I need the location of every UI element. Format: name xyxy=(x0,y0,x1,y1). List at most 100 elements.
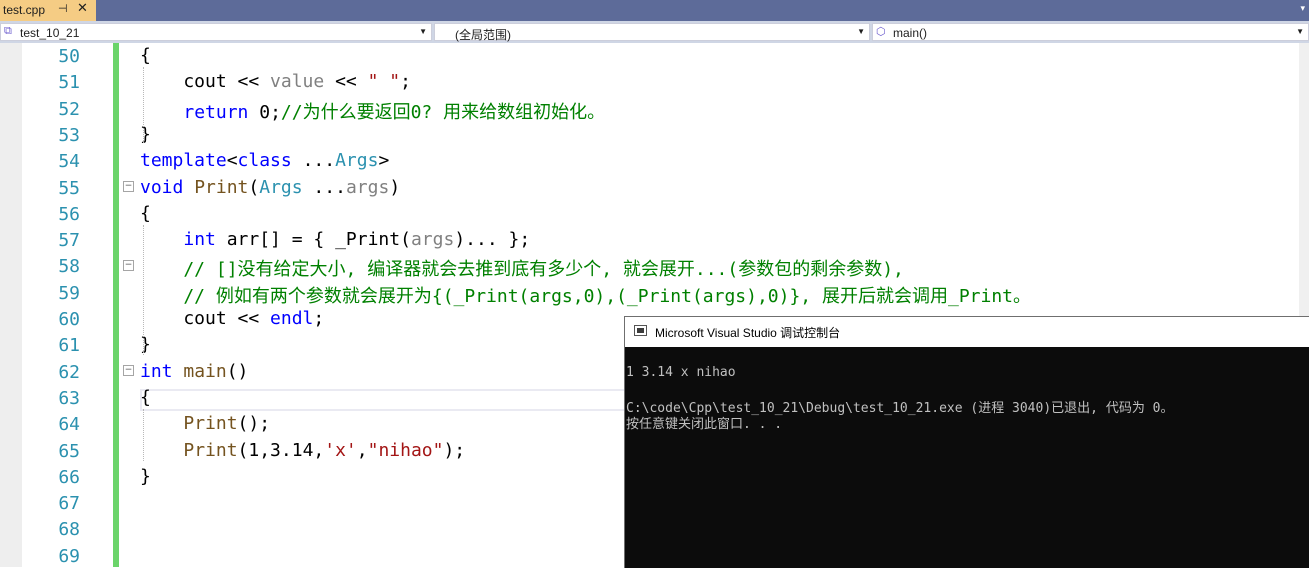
code-token: ); xyxy=(443,440,466,461)
code-token: (1,3.14, xyxy=(237,440,325,461)
line-number: 65 xyxy=(58,441,80,462)
fold-toggle-icon[interactable]: − xyxy=(123,181,134,192)
code-text[interactable]: { xyxy=(140,45,151,66)
line-number: 55 xyxy=(58,178,80,199)
fold-toggle-icon[interactable]: − xyxy=(123,260,134,271)
code-text[interactable]: cout << value << " "; xyxy=(140,71,411,92)
close-icon[interactable]: ✕ xyxy=(77,1,88,16)
code-text[interactable]: { xyxy=(140,387,151,408)
project-dropdown[interactable]: ⧉ test_10_21 ▼ xyxy=(0,23,432,41)
line-number: 50 xyxy=(58,46,80,67)
code-line[interactable]: 55 void Print(Args ...args) xyxy=(0,175,1309,201)
line-number: 60 xyxy=(58,309,80,330)
console-app-icon xyxy=(634,325,647,336)
line-number: 51 xyxy=(58,72,80,93)
code-token: endl xyxy=(270,308,314,329)
code-token: )... }; xyxy=(454,229,531,250)
code-line[interactable]: 59 // 例如有两个参数就会展开为{(_Print(args,0),(_Pri… xyxy=(0,280,1309,308)
code-token: > xyxy=(378,150,390,171)
code-token: main xyxy=(183,361,227,382)
code-line[interactable]: 50 { xyxy=(0,43,1309,69)
code-text[interactable]: return 0;//为什么要返回0? 用来给数组初始化。 xyxy=(140,98,605,124)
console-titlebar[interactable]: Microsoft Visual Studio 调试控制台 xyxy=(625,317,1309,347)
indent-guide xyxy=(143,409,144,461)
code-token: } xyxy=(140,466,151,487)
chevron-down-icon[interactable]: ▼ xyxy=(1296,27,1304,36)
line-number: 67 xyxy=(58,493,80,514)
code-token: cout << xyxy=(140,308,271,329)
code-token: cout << xyxy=(140,71,271,92)
fold-toggle-icon[interactable]: − xyxy=(123,365,134,376)
code-text[interactable]: int arr[] = { _Print(args)... }; xyxy=(140,229,530,250)
member-dropdown[interactable]: ⬡ main() ▼ xyxy=(872,23,1309,41)
project-dropdown-value: test_10_21 xyxy=(20,26,80,40)
tab-label[interactable]: test.cpp xyxy=(3,3,45,17)
line-number: 66 xyxy=(58,467,80,488)
code-text[interactable]: // 例如有两个参数就会展开为{(_Print(args,0),(_Print(… xyxy=(140,282,1031,308)
tab-overflow-icon[interactable]: ▾ xyxy=(1300,4,1305,14)
line-number: 64 xyxy=(58,414,80,435)
indent-guide xyxy=(143,67,144,143)
code-text[interactable]: // []没有给定大小, 编译器就会去推到底有多少个, 就会展开...(参数包的… xyxy=(140,255,904,281)
console-output-line: 1 3.14 x nihao xyxy=(626,365,736,380)
code-line[interactable]: 53} xyxy=(0,122,1309,148)
code-token: int xyxy=(183,229,216,250)
code-text[interactable]: Print(); xyxy=(140,413,270,434)
line-number: 57 xyxy=(58,230,80,251)
code-token: void xyxy=(140,177,184,198)
code-text[interactable]: cout << endl; xyxy=(140,308,324,329)
scope-dropdown[interactable]: (全局范围) ▼ xyxy=(434,23,870,42)
line-number: 53 xyxy=(58,125,80,146)
line-number: 61 xyxy=(58,335,80,356)
function-icon: ⬡ xyxy=(876,26,886,38)
code-text[interactable]: void Print(Args ...args) xyxy=(140,177,400,198)
code-text[interactable]: } xyxy=(140,466,151,487)
code-token: ... xyxy=(291,150,336,171)
code-token: 0; xyxy=(248,102,281,123)
code-line[interactable]: 51 cout << value << " "; xyxy=(0,69,1309,95)
code-text[interactable]: Print(1,3.14,'x',"nihao"); xyxy=(140,440,465,461)
code-token: Args xyxy=(259,177,303,198)
code-token: { xyxy=(140,387,151,408)
code-text[interactable]: int main() xyxy=(140,361,248,382)
code-line[interactable]: 58 // []没有给定大小, 编译器就会去推到底有多少个, 就会展开...(参… xyxy=(0,253,1309,281)
code-line[interactable]: 57 int arr[] = { _Print(args)... }; xyxy=(0,227,1309,253)
code-token: args xyxy=(410,229,455,250)
code-token: < xyxy=(226,150,238,171)
line-number: 56 xyxy=(58,204,80,225)
line-number: 52 xyxy=(58,99,80,120)
line-number: 68 xyxy=(58,519,80,540)
code-line[interactable]: 52 return 0;//为什么要返回0? 用来给数组初始化。 xyxy=(0,96,1309,124)
code-token: int xyxy=(140,361,173,382)
code-token: 'x' xyxy=(324,440,357,461)
code-line[interactable]: 54 template<class ...Args> xyxy=(0,148,1309,174)
code-text[interactable]: { xyxy=(140,203,151,224)
code-text[interactable]: } xyxy=(140,124,151,145)
code-token: } xyxy=(140,334,151,355)
code-token: " " xyxy=(367,71,401,92)
line-number: 69 xyxy=(58,546,80,567)
code-token: ) xyxy=(389,177,401,198)
line-number: 58 xyxy=(58,256,80,277)
console-title: Microsoft Visual Studio 调试控制台 xyxy=(655,326,841,340)
code-text[interactable]: } xyxy=(140,334,151,355)
chevron-down-icon[interactable]: ▼ xyxy=(419,27,427,36)
code-text[interactable]: template<class ...Args> xyxy=(140,150,389,171)
navigation-bar: ⧉ test_10_21 ▼ (全局范围) ▼ ⬡ main() ▼ xyxy=(0,21,1309,43)
member-dropdown-value: main() xyxy=(893,26,928,40)
code-token: ; xyxy=(313,308,325,329)
document-tab-strip: test.cpp ⊣ ✕ ▾ xyxy=(0,0,1309,21)
chevron-down-icon[interactable]: ▼ xyxy=(857,27,865,36)
vertical-scrollbar[interactable] xyxy=(1299,43,1309,343)
indent-guide xyxy=(143,225,144,355)
code-token: ; xyxy=(400,71,411,92)
pin-icon[interactable]: ⊣ xyxy=(58,2,68,15)
code-line[interactable]: 56 { xyxy=(0,201,1309,227)
code-token: value xyxy=(270,71,325,92)
tab-test-cpp[interactable]: test.cpp ⊣ ✕ xyxy=(0,0,96,21)
scope-dropdown-value: (全局范围) xyxy=(455,28,511,42)
code-token: { xyxy=(140,45,151,66)
debug-console-window[interactable]: Microsoft Visual Studio 调试控制台 1 3.14 x n… xyxy=(624,316,1309,568)
